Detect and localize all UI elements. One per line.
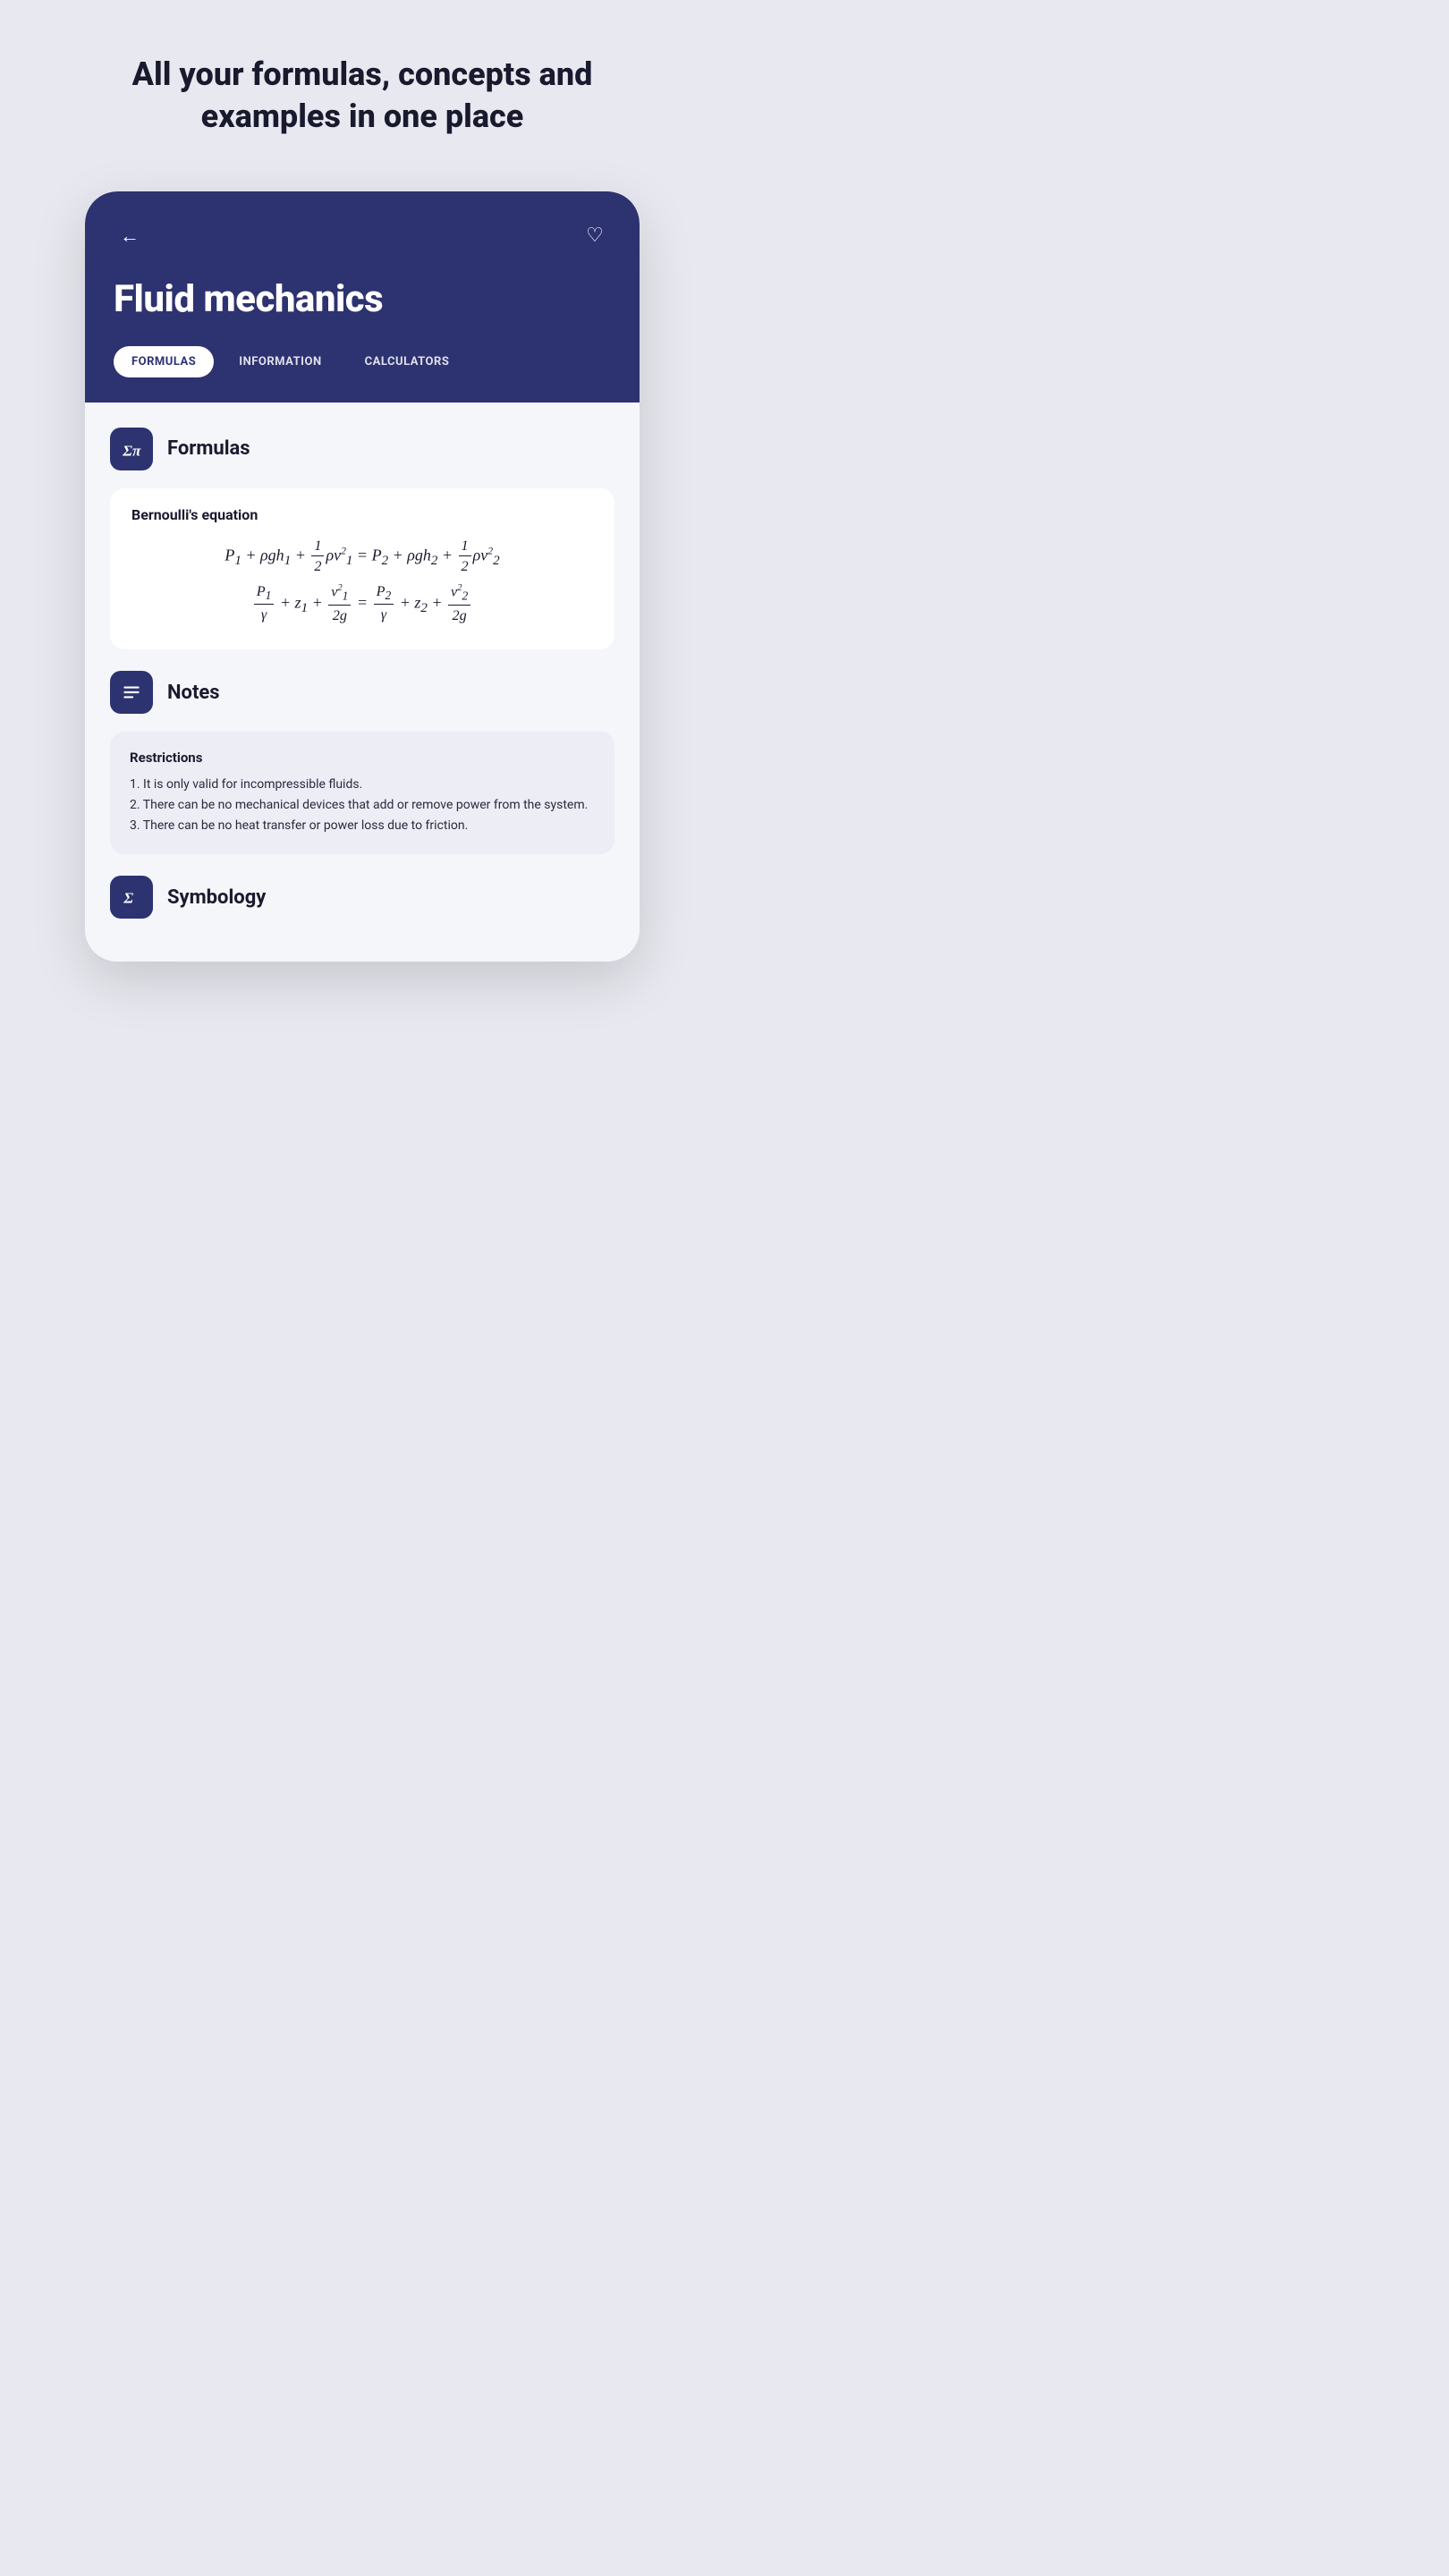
app-header: ← ♡ Fluid mechanics FORMULAS INFORMATION… bbox=[85, 191, 640, 402]
back-icon: ← bbox=[120, 225, 140, 248]
back-button[interactable]: ← bbox=[114, 220, 146, 252]
notes-section-header: Notes bbox=[110, 671, 614, 714]
content-area: Σπ Formulas Bernoulli's equation P1 + ρg… bbox=[85, 402, 640, 962]
formulas-title: Formulas bbox=[167, 437, 250, 460]
page-title: Fluid mechanics bbox=[114, 277, 611, 321]
svg-text:Σ: Σ bbox=[123, 890, 133, 907]
notes-title: Notes bbox=[167, 682, 220, 704]
symbology-section-header: Σ Symbology bbox=[110, 876, 614, 919]
restrictions-heading: Restrictions bbox=[130, 750, 595, 766]
formula-name: Bernoulli's equation bbox=[131, 506, 593, 523]
symbology-icon: Σ bbox=[110, 876, 153, 919]
phone-mockup: ← ♡ Fluid mechanics FORMULAS INFORMATION… bbox=[85, 191, 640, 962]
bernoulli-formula-block: Bernoulli's equation P1 + ρgh1 + 12ρv21 … bbox=[110, 488, 614, 649]
sum-icon: Σ bbox=[120, 886, 143, 909]
main-headline: All your formulas, concepts and examples… bbox=[94, 54, 631, 138]
restrictions-text: 1. It is only valid for incompressible f… bbox=[130, 775, 595, 836]
notes-section: Notes Restrictions 1. It is only valid f… bbox=[110, 671, 614, 854]
sigma-icon: Σπ bbox=[120, 437, 143, 461]
tab-bar: FORMULAS INFORMATION CALCULATORS bbox=[114, 346, 611, 377]
tab-information[interactable]: INFORMATION bbox=[221, 346, 339, 377]
notes-icon bbox=[110, 671, 153, 714]
formulas-section-header: Σπ Formulas bbox=[110, 428, 614, 470]
list-icon bbox=[120, 681, 143, 704]
symbology-section: Σ Symbology bbox=[110, 876, 614, 919]
restrictions-card: Restrictions 1. It is only valid for inc… bbox=[110, 732, 614, 854]
header-top-bar: ← ♡ bbox=[114, 220, 611, 252]
formulas-icon: Σπ bbox=[110, 428, 153, 470]
tab-calculators[interactable]: CALCULATORS bbox=[347, 346, 468, 377]
favorite-button[interactable]: ♡ bbox=[579, 220, 611, 252]
tab-formulas[interactable]: FORMULAS bbox=[114, 346, 214, 377]
formula-equation: P1 + ρgh1 + 12ρv21 = P2 + ρgh2 + 12ρv22 … bbox=[131, 538, 593, 624]
heart-icon: ♡ bbox=[586, 225, 604, 247]
symbology-title: Symbology bbox=[167, 886, 266, 909]
svg-text:Σπ: Σπ bbox=[122, 442, 141, 459]
